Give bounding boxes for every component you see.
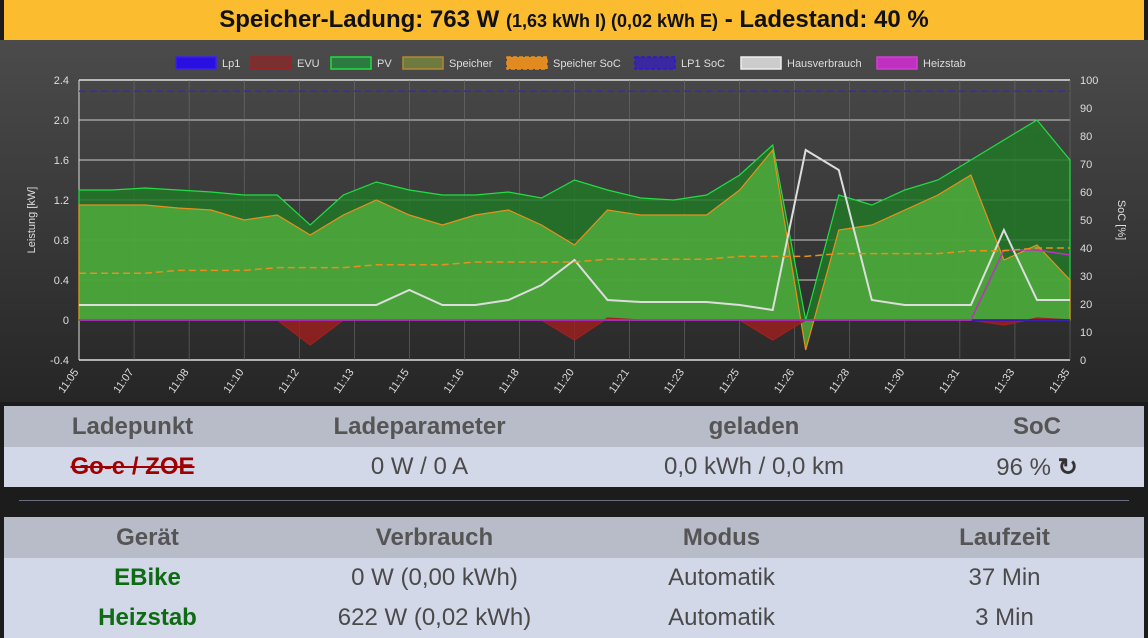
y-axis-label: Leistung [kW]	[26, 187, 38, 254]
y-tick-label: 0.8	[54, 235, 69, 247]
table-row: EBike 0 W (0,00 kWh) Automatik 37 Min	[4, 558, 1144, 598]
device-verbrauch: 622 W (0,02 kWh)	[291, 598, 578, 638]
x-tick-label: 11:13	[332, 367, 357, 396]
header-prefix: Speicher-Ladung: 763 W	[219, 6, 500, 33]
x-tick-label: 11:21	[607, 367, 632, 396]
header-ladepunkt: Ladepunkt	[4, 406, 261, 447]
y-tick-label: 0.4	[54, 275, 69, 287]
geladen-value: 0,0 kWh / 0,0 km	[578, 447, 930, 487]
legend-swatch	[330, 56, 372, 70]
legend-swatch	[740, 56, 782, 70]
y2-tick-label: 80	[1080, 131, 1092, 143]
x-tick-label: 11:23	[662, 367, 687, 396]
x-tick-label: 11:08	[166, 367, 191, 396]
y2-tick-label: 40	[1080, 243, 1092, 255]
header-geraet: Gerät	[4, 517, 291, 558]
x-tick-label: 11:35	[1047, 367, 1072, 396]
geraete-table: Gerät Verbrauch Modus Laufzeit EBike 0 W…	[4, 517, 1144, 638]
legend-swatch	[402, 56, 444, 70]
legend-label: Speicher	[449, 58, 493, 70]
y2-tick-label: 50	[1080, 215, 1092, 227]
legend-label: PV	[377, 58, 392, 70]
y-tick-label: 2.4	[54, 75, 69, 87]
device-verbrauch: 0 W (0,00 kWh)	[291, 558, 578, 598]
legend-swatch	[175, 56, 217, 70]
legend-swatch	[876, 56, 918, 70]
x-tick-label: 11:33	[992, 367, 1017, 396]
x-tick-label: 11:12	[277, 367, 302, 396]
x-tick-label: 11:25	[717, 367, 742, 396]
device-laufzeit: 3 Min	[865, 598, 1144, 638]
ladepunkt-table: Ladepunkt Ladeparameter geladen SoC Go-e…	[4, 406, 1144, 487]
x-tick-label: 11:05	[56, 367, 81, 396]
legend-swatch	[250, 56, 292, 70]
x-tick-label: 11:07	[111, 367, 136, 396]
y2-tick-label: 70	[1080, 159, 1092, 171]
x-tick-label: 11:30	[882, 367, 907, 396]
x-tick-label: 11:28	[827, 367, 852, 396]
legend-label: Heizstab	[923, 58, 966, 70]
header-geladen: geladen	[578, 406, 930, 447]
header-verbrauch: Verbrauch	[291, 517, 578, 558]
legend-label: Hausverbrauch	[787, 58, 862, 70]
y2-tick-label: 90	[1080, 103, 1092, 115]
y-tick-label: 1.6	[54, 155, 69, 167]
device-name[interactable]: EBike	[4, 558, 291, 598]
power-chart: 2.4 2.0 1.6 1.2 0.8 0.4 0 -0.4 100 90 80 70 60 50 40 30…	[0, 40, 1148, 402]
x-tick-label: 11:15	[387, 367, 412, 396]
x-tick-label: 11:16	[442, 367, 467, 396]
device-name[interactable]: Heizstab	[4, 598, 291, 638]
y2-tick-label: 60	[1080, 187, 1092, 199]
y2-tick-label: 100	[1080, 75, 1098, 87]
header-modus: Modus	[578, 517, 865, 558]
y2-tick-label: 30	[1080, 271, 1092, 283]
header-soc: SoC	[930, 406, 1144, 447]
ladepunkt-name[interactable]: Go-e / ZOE	[4, 447, 261, 487]
x-tick-label: 11:31	[937, 367, 962, 396]
x-tick-label: 11:26	[772, 367, 797, 396]
legend-label: Speicher SoC	[553, 58, 621, 70]
header-suffix: - Ladestand: 40 %	[724, 6, 929, 33]
legend-label: Lp1	[222, 58, 240, 70]
y-tick-label: -0.4	[50, 355, 69, 367]
y-tick-label: 2.0	[54, 115, 69, 127]
device-modus: Automatik	[578, 558, 865, 598]
chart-svg: 2.42.01.61.20.80.40-0.410090807060504030…	[26, 56, 1127, 396]
refresh-icon[interactable]: ↻	[1058, 454, 1078, 481]
header-detail: (1,63 kWh I) (0,02 kWh E)	[505, 11, 719, 31]
ladeparameter-value: 0 W / 0 A	[261, 447, 578, 487]
x-tick-label: 11:20	[552, 367, 577, 396]
status-header: Speicher-Ladung: 763 W (1,63 kWh I) (0,0…	[4, 0, 1144, 40]
table-row: Heizstab 622 W (0,02 kWh) Automatik 3 Mi…	[4, 598, 1144, 638]
device-modus: Automatik	[578, 598, 865, 638]
y-tick-label: 0	[63, 315, 69, 327]
x-tick-label: 11:10	[221, 367, 246, 396]
device-laufzeit: 37 Min	[865, 558, 1144, 598]
y2-tick-label: 20	[1080, 299, 1092, 311]
y2-axis-label: SoC [%]	[1115, 200, 1127, 240]
divider	[19, 500, 1129, 501]
x-tick-label: 11:18	[497, 367, 522, 396]
header-ladeparameter: Ladeparameter	[261, 406, 578, 447]
header-laufzeit: Laufzeit	[865, 517, 1144, 558]
legend-swatch	[506, 56, 548, 70]
legend-label: EVU	[297, 58, 320, 70]
soc-cell: 96 % ↻	[930, 447, 1144, 487]
table-row: Go-e / ZOE 0 W / 0 A 0,0 kWh / 0,0 km 96…	[4, 447, 1144, 487]
y2-tick-label: 10	[1080, 327, 1092, 339]
y2-tick-label: 0	[1080, 355, 1086, 367]
y-tick-label: 1.2	[54, 195, 69, 207]
legend-label: LP1 SoC	[681, 58, 725, 70]
legend-swatch	[634, 56, 676, 70]
soc-value: 96 %	[996, 453, 1051, 481]
